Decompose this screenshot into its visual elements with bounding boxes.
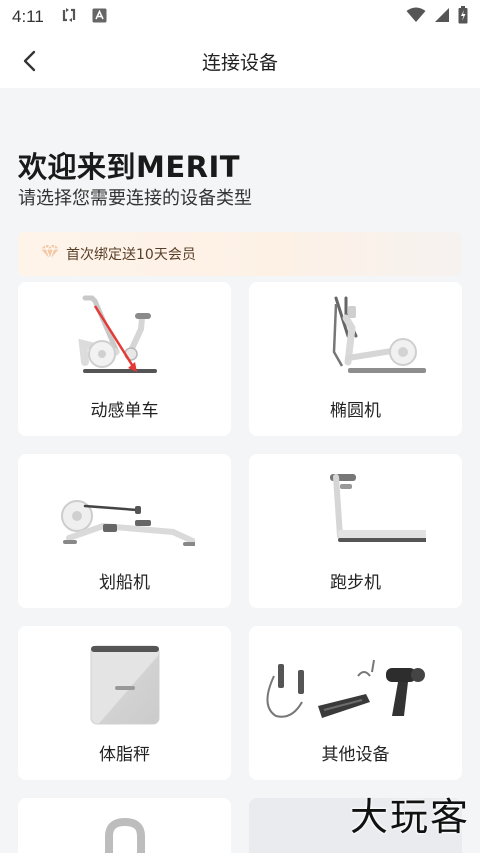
promo-text: 首次绑定送10天会员 <box>66 247 196 263</box>
page-title: 连接设备 <box>201 51 278 74</box>
device-label: 跑步机 <box>330 573 381 593</box>
battery-icon <box>458 6 468 28</box>
exercise-bike-icon <box>77 295 157 373</box>
kettlebell-icon <box>104 817 145 853</box>
diamond-icon <box>40 244 60 264</box>
device-card-partial-left[interactable] <box>18 798 231 853</box>
nav-bar: 连接设备 <box>0 34 480 88</box>
watermark: 大玩客 <box>349 795 470 839</box>
device-card-exercise-bike[interactable]: 动感单车 <box>18 282 231 436</box>
device-card-treadmill[interactable]: 跑步机 <box>249 454 462 608</box>
promo-banner[interactable]: 首次绑定送10天会员 <box>18 232 462 276</box>
device-label: 划船机 <box>99 573 150 593</box>
device-label: 动感单车 <box>90 401 159 421</box>
chevron-left-icon <box>23 50 36 72</box>
main-content: 欢迎来到MERIT 请选择您需要连接的设备类型 首次绑定送10天会员 动感单车 <box>0 88 480 853</box>
device-label: 其他设备 <box>321 745 390 765</box>
wifi-icon <box>406 7 426 27</box>
elliptical-icon <box>332 296 426 373</box>
cellular-signal-icon <box>434 7 450 27</box>
sync-icon <box>60 6 78 28</box>
device-label: 体脂秤 <box>99 745 150 765</box>
device-card-other-devices[interactable]: 其他设备 <box>249 626 462 780</box>
device-card-rowing-machine[interactable]: 划船机 <box>18 454 231 608</box>
app-notification-icon <box>92 8 107 27</box>
device-label: 椭圆机 <box>330 401 381 421</box>
welcome-heading: 欢迎来到MERIT <box>18 150 241 184</box>
status-bar: 4:11 <box>0 0 480 34</box>
treadmill-icon <box>329 474 426 542</box>
body-fat-scale-icon <box>90 645 159 725</box>
subtitle: 请选择您需要连接的设备类型 <box>18 188 252 209</box>
device-card-elliptical[interactable]: 椭圆机 <box>249 282 462 436</box>
device-card-body-fat-scale[interactable]: 体脂秤 <box>18 626 231 780</box>
back-button[interactable] <box>14 46 46 76</box>
status-time: 4:11 <box>12 7 44 26</box>
rowing-machine-icon <box>60 500 195 546</box>
other-devices-icon <box>266 659 425 718</box>
